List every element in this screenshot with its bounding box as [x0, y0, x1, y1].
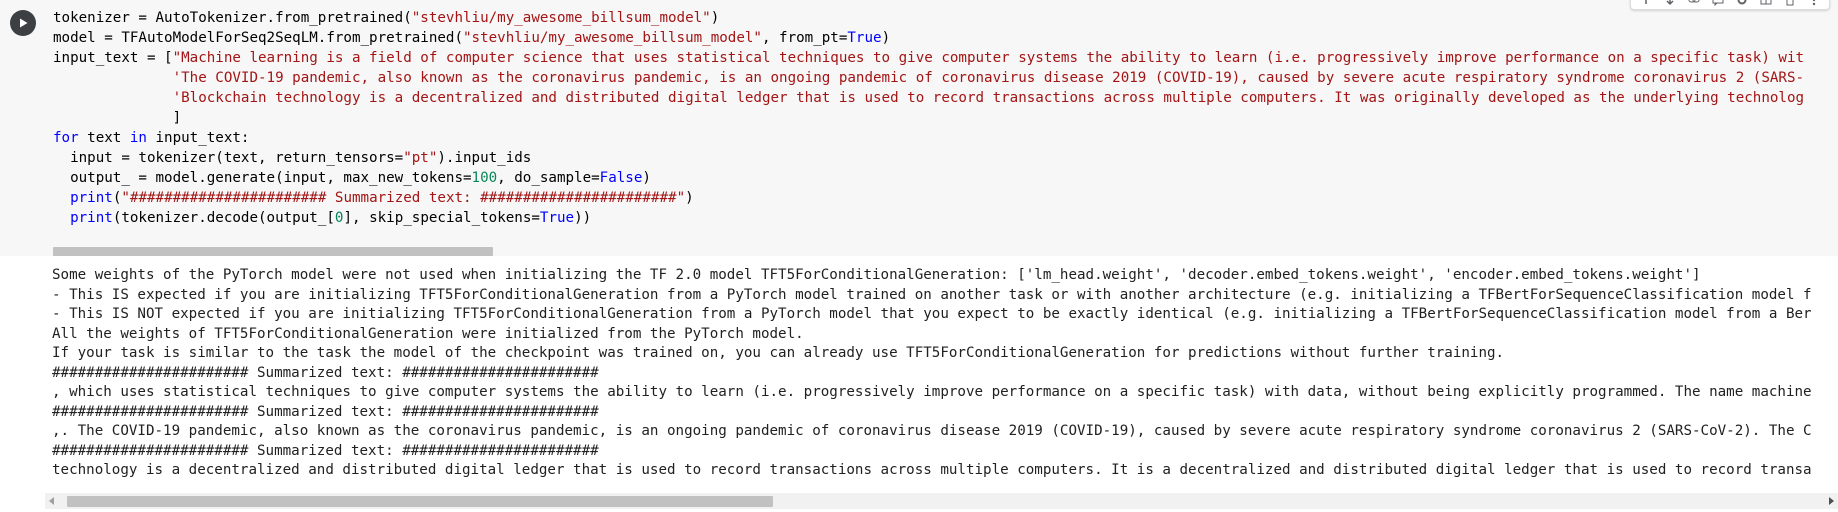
code-token: )) — [574, 210, 592, 226]
code-token: "stevhliu/my_awesome_billsum_model" — [411, 10, 711, 26]
code-line: tokenizer = AutoTokenizer.from_pretraine… — [53, 8, 1838, 28]
output-line: ####################### Summarized text:… — [52, 364, 599, 381]
output-line: If your task is similar to the task the … — [52, 345, 1505, 361]
output-horizontal-scrollbar[interactable] — [45, 493, 1838, 509]
scroll-right-arrow-icon[interactable] — [1829, 497, 1834, 505]
output-text: Some weights of the PyTorch model were n… — [52, 266, 1838, 494]
output-line: - This IS NOT expected if you are initia… — [52, 306, 1812, 322]
output-line: Some weights of the PyTorch model were n… — [52, 267, 1701, 283]
cell-output: Some weights of the PyTorch model were n… — [0, 256, 1838, 512]
code-token: "stevhliu/my_awesome_billsum_model" — [463, 30, 762, 46]
code-line: print("####################### Summarize… — [53, 188, 1838, 208]
scroll-left-arrow-icon[interactable] — [49, 497, 54, 505]
code-token: ).input_ids — [437, 150, 532, 166]
code-line: 'Blockchain technology is a decentralize… — [53, 88, 1838, 108]
code-token: input = tokenizer(text, return_tensors= — [53, 150, 404, 166]
run-cell-button[interactable] — [10, 10, 36, 36]
code-line: output_ = model.generate(input, max_new_… — [53, 168, 1838, 188]
output-line: - This IS expected if you are initializi… — [52, 286, 1812, 303]
code-token: "Machine learning is a field of computer… — [172, 50, 1805, 66]
code-line: model = TFAutoModelForSeq2SeqLM.from_pre… — [53, 28, 1838, 48]
output-line: ,. The COVID-19 pandemic, also known as … — [52, 423, 1812, 439]
code-token: False — [599, 170, 643, 186]
code-token: , do_sample= — [497, 170, 600, 186]
link-icon[interactable] — [1687, 0, 1701, 7]
code-token: input_text = [ — [53, 50, 173, 66]
output-line: , which uses statistical techniques to g… — [52, 384, 1812, 400]
code-token: model = TFAutoModelForSeq2SeqLM.from_pre… — [53, 30, 463, 46]
arrow-down-icon[interactable] — [1663, 0, 1677, 7]
code-line: input_text = ["Machine learning is a fie… — [53, 48, 1838, 68]
code-token: 'Blockchain technology is a decentralize… — [172, 90, 1805, 106]
code-token: input_text: — [146, 130, 250, 146]
settings-icon[interactable] — [1735, 0, 1749, 7]
comment-icon[interactable] — [1711, 0, 1725, 7]
output-line: ####################### Summarized text:… — [52, 442, 599, 459]
more-icon[interactable] — [1807, 0, 1821, 7]
code-token: for — [53, 130, 79, 146]
code-editor[interactable]: tokenizer = AutoTokenizer.from_pretraine… — [53, 8, 1838, 248]
code-token: "####################### Summarized text… — [121, 190, 686, 206]
delete-icon[interactable] — [1783, 0, 1797, 7]
code-token: True — [539, 210, 575, 226]
output-line: ####################### Summarized text:… — [52, 403, 599, 420]
output-line: All the weights of TFT5ForConditionalGen… — [52, 325, 804, 342]
code-token: in — [129, 130, 147, 146]
code-token: print — [70, 210, 113, 226]
code-line: input = tokenizer(text, return_tensors="… — [53, 148, 1838, 168]
code-horizontal-scrollbar[interactable] — [53, 247, 493, 256]
mirror-icon[interactable] — [1759, 0, 1773, 7]
code-token: text — [78, 130, 130, 146]
output-scroll-thumb[interactable] — [67, 496, 773, 507]
code-token: ) — [685, 190, 694, 206]
code-token: 'The COVID-19 pandemic, also known as th… — [172, 70, 1805, 86]
code-token: , from_pt= — [761, 30, 848, 46]
code-cell[interactable]: tokenizer = AutoTokenizer.from_pretraine… — [0, 0, 1838, 256]
code-token: ], skip_special_tokens= — [343, 210, 540, 226]
code-token: (tokenizer.decode(output_[ — [112, 210, 335, 226]
arrow-up-icon[interactable] — [1639, 0, 1653, 7]
code-line: ] — [53, 108, 1838, 128]
code-token: output_ = model.generate(input, max_new_… — [53, 170, 472, 186]
code-token: print — [70, 190, 113, 206]
code-token: ) — [642, 170, 651, 186]
code-token: "pt" — [403, 150, 438, 166]
notebook-page: tokenizer = AutoTokenizer.from_pretraine… — [0, 0, 1838, 512]
code-token: ] — [53, 110, 182, 126]
code-token: 100 — [471, 170, 498, 186]
code-line: for text in input_text: — [53, 128, 1838, 148]
code-token: True — [847, 30, 882, 46]
code-line: 'The COVID-19 pandemic, also known as th… — [53, 68, 1838, 88]
play-icon — [20, 18, 28, 28]
code-token: tokenizer = AutoTokenizer.from_pretraine… — [53, 10, 412, 26]
code-token: ) — [710, 10, 720, 26]
output-line: technology is a decentralized and distri… — [52, 462, 1812, 478]
code-token: ) — [881, 30, 891, 46]
code-line: print(tokenizer.decode(output_[0], skip_… — [53, 208, 1838, 228]
cell-toolbar — [1630, 0, 1830, 10]
